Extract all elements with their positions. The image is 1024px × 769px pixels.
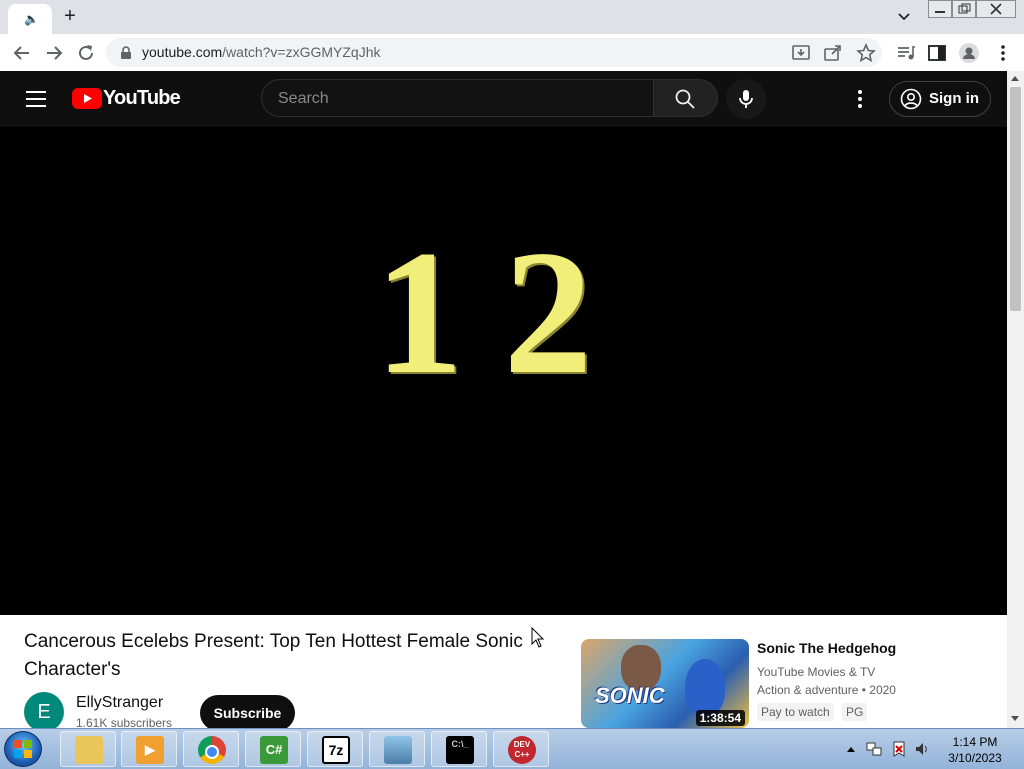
action-center-warning-icon[interactable] [891,741,907,757]
lock-icon[interactable] [120,46,132,60]
taskbar-app-devcpp[interactable]: DEV C++ [493,731,549,767]
search-placeholder: Search [278,90,329,107]
taskbar-app-7zip[interactable]: 7z [307,731,363,767]
url-path: /watch?v=zxGGMYZqJhk [222,44,381,60]
devcpp-icon: DEV C++ [508,736,536,764]
system-clock[interactable]: 1:14 PM 3/10/2023 [940,734,1010,766]
video-player[interactable]: 12 [0,127,1007,615]
microphone-icon [739,90,753,108]
show-hidden-icons-icon[interactable] [846,745,856,753]
tab-strip: 🔈 + [0,0,1024,34]
video-frame-text: 12 [374,213,633,411]
taskbar-app-image-viewer[interactable] [369,731,425,767]
media-player-icon: ▶ [136,736,164,764]
browser-toolbar: youtube.com/watch?v=zxGGMYZqJhk [0,34,1024,72]
subscribe-button[interactable]: Subscribe [200,695,295,731]
tab-search-chevron-icon[interactable] [896,8,912,24]
voice-search-button[interactable] [726,79,766,119]
scrollbar-thumb[interactable] [1010,87,1021,311]
console-icon: C:\_ [446,736,474,764]
clock-date: 3/10/2023 [948,751,1002,765]
sign-in-label: Sign in [929,90,979,107]
sign-in-button[interactable]: Sign in [889,81,991,117]
profile-icon[interactable] [958,42,980,64]
taskbar-app-csharp[interactable]: C# [245,731,301,767]
taskbar-app-chrome[interactable] [183,731,239,767]
windows-logo-icon [14,740,32,758]
chrome-icon [198,736,226,764]
7zip-icon: 7z [322,736,350,764]
new-tab-button[interactable]: + [60,6,80,26]
youtube-header: YouTube Search Sign in [0,71,1007,127]
thumbnail-logo-text: SONIC [595,683,665,708]
scroll-up-icon[interactable] [1011,76,1019,81]
csharp-icon: C# [260,736,288,764]
side-panel-icon[interactable] [926,42,948,64]
speaker-icon[interactable]: 🔈 [24,12,39,26]
video-title: Cancerous Ecelebs Present: Top Ten Hotte… [24,631,523,680]
thumbnail-hedgehog [685,659,725,715]
share-icon[interactable] [822,42,844,64]
minimize-button[interactable] [928,0,952,18]
volume-icon[interactable] [914,741,930,757]
bookmark-star-icon[interactable] [855,42,877,64]
channel-avatar[interactable]: E [24,692,64,732]
mouse-cursor-icon [531,627,545,648]
media-control-icon[interactable] [895,42,917,64]
clock-time: 1:14 PM [952,735,998,749]
browser-tab[interactable]: 🔈 [8,4,52,34]
image-viewer-icon [384,736,412,764]
chrome-menu-icon[interactable] [992,42,1014,64]
network-icon[interactable] [866,741,882,757]
channel-name[interactable]: EllyStranger [76,694,163,712]
video-duration: 1:38:54 [695,710,745,726]
account-circle-icon [900,88,922,110]
close-window-button[interactable] [976,0,1016,18]
back-arrow-icon[interactable] [11,42,33,64]
recommended-meta: Action & adventure • 2020 [757,683,896,697]
recommended-title[interactable]: Sonic The Hedgehog [757,640,896,656]
url-host: youtube.com [142,44,223,60]
start-button[interactable] [4,731,42,767]
rating-badge: PG [842,703,868,721]
windows-taskbar: ▶ C# 7z C:\_ DEV C++ 1:14 PM 3/10/2023 [0,728,1024,769]
folder-icon [75,736,103,764]
recommended-thumbnail[interactable]: SONIC 1:38:54 [581,639,749,728]
search-icon [675,89,695,109]
install-app-icon[interactable] [790,42,812,64]
reload-icon[interactable] [75,42,97,64]
scroll-down-icon[interactable] [1011,716,1019,721]
taskbar-app-console[interactable]: C:\_ [431,731,487,767]
youtube-logo-icon[interactable] [72,88,102,109]
pay-to-watch-badge: Pay to watch [757,703,834,721]
search-button[interactable] [654,79,718,117]
url-text[interactable]: youtube.com/watch?v=zxGGMYZqJhk [142,44,381,60]
settings-kebab-icon[interactable] [852,88,868,110]
forward-arrow-icon[interactable] [43,42,65,64]
hamburger-menu-icon[interactable] [26,91,46,107]
recommended-channel[interactable]: YouTube Movies & TV [757,665,875,679]
youtube-logo-text[interactable]: YouTube [103,87,181,110]
restore-button[interactable] [952,0,976,18]
search-input[interactable]: Search [261,79,654,117]
taskbar-app-media[interactable]: ▶ [121,731,177,767]
page-scrollbar[interactable] [1007,71,1024,728]
taskbar-app-explorer[interactable] [60,731,116,767]
address-bar[interactable]: youtube.com/watch?v=zxGGMYZqJhk [106,38,882,67]
